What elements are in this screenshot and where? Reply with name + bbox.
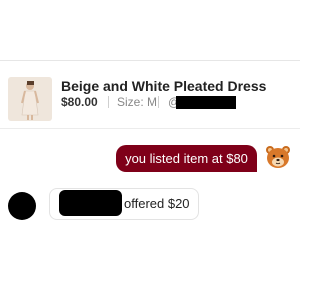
my-message-bubble: you listed item at $80 — [116, 145, 257, 172]
my-avatar[interactable] — [264, 143, 292, 171]
my-message-text: you listed item at $80 — [125, 151, 248, 166]
size-divider — [158, 96, 159, 108]
bear-avatar-icon — [266, 146, 290, 168]
other-user-avatar[interactable] — [8, 192, 36, 220]
dress-photo-icon — [8, 77, 52, 121]
price-divider — [108, 96, 109, 108]
listing-price: $80.00 — [61, 95, 98, 109]
other-user-name-redaction — [59, 190, 122, 216]
listing-title[interactable]: Beige and White Pleated Dress — [61, 78, 266, 94]
listing-thumbnail[interactable] — [8, 77, 52, 121]
header-area — [0, 0, 300, 61]
other-message-text: offered $20 — [124, 196, 190, 211]
seller-name-redaction — [176, 96, 236, 109]
listing-size: Size: M — [117, 95, 158, 109]
